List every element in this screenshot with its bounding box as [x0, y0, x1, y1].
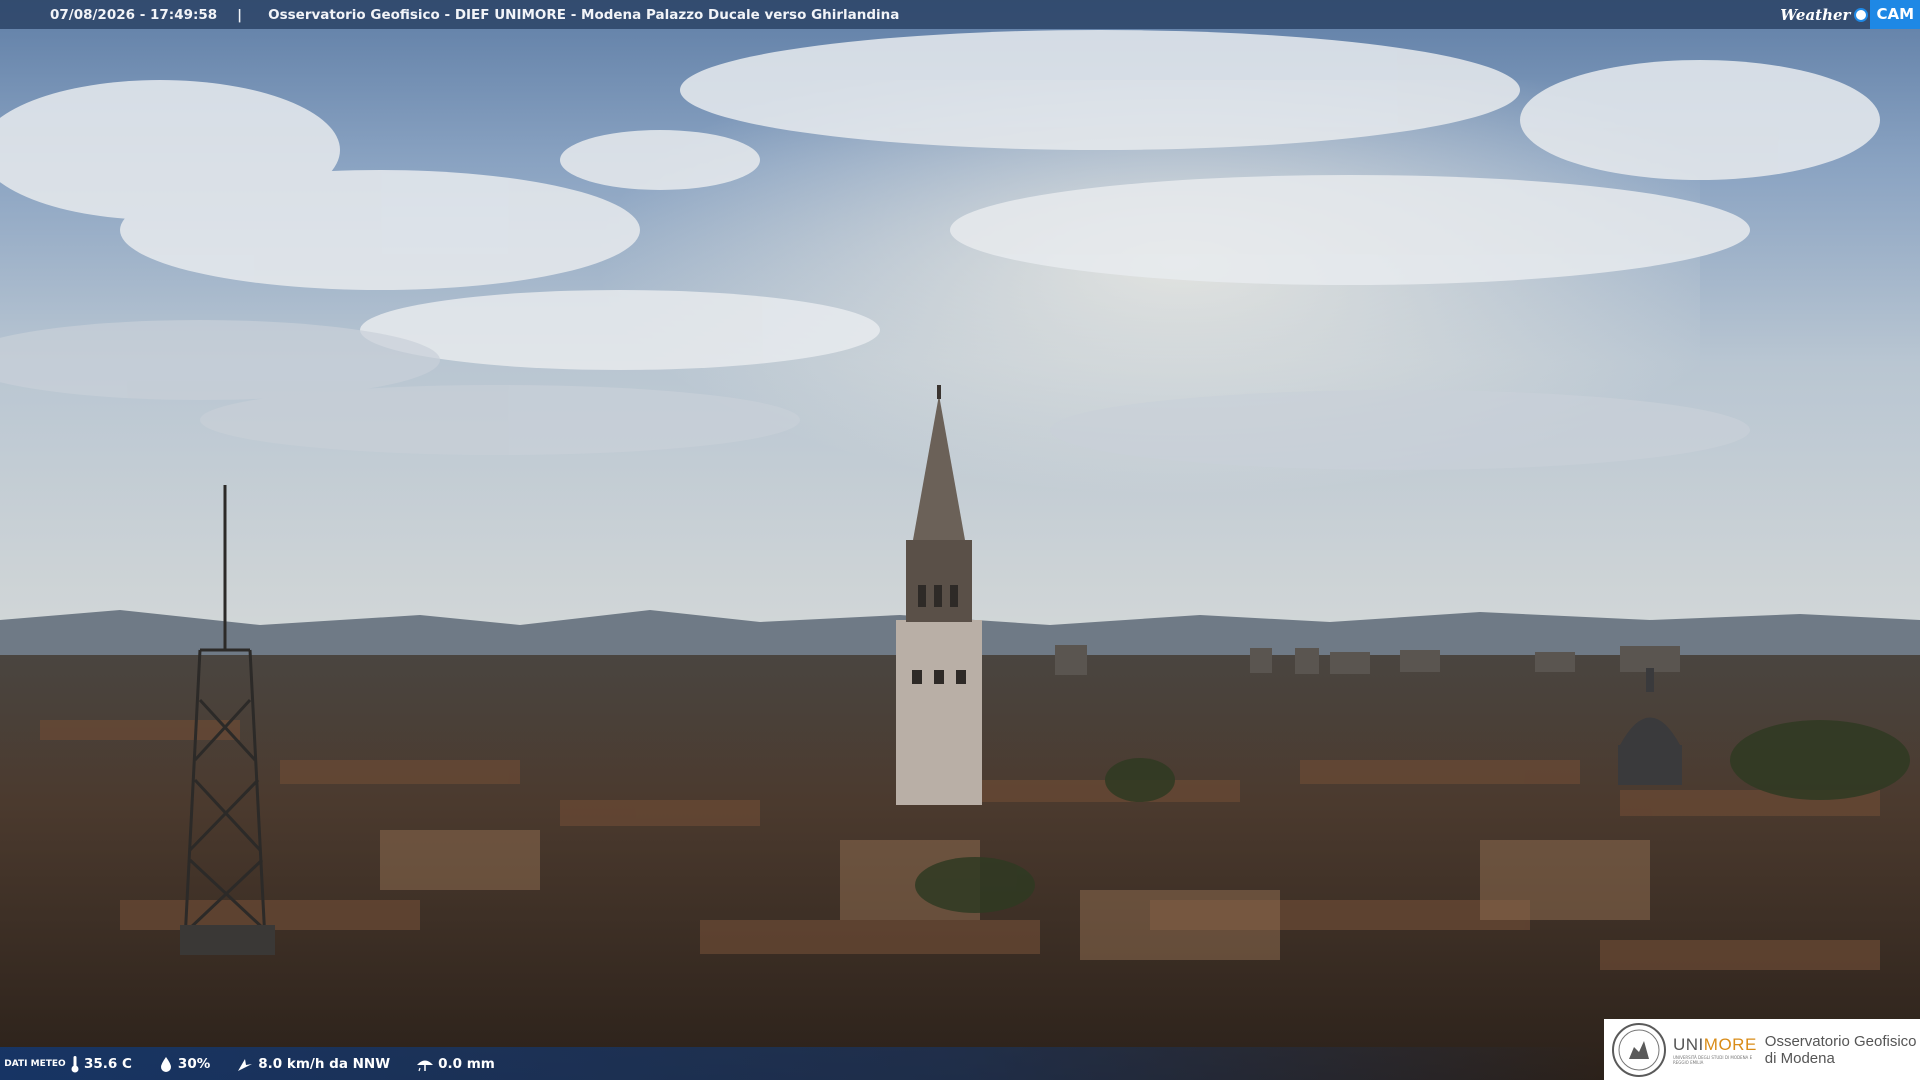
humidity-item: 30%	[158, 1056, 210, 1072]
brand-weather: Weather	[1780, 5, 1851, 24]
timestamp: 07/08/2026 - 17:49:58	[50, 6, 218, 23]
camera-location: Osservatorio Geofisico - DIEF UNIMORE - …	[268, 6, 900, 23]
separator: |	[237, 6, 243, 23]
temperature-value: 35.6 C	[84, 1055, 132, 1072]
humidity-drop-icon	[160, 1056, 171, 1072]
weather-data-bar: DATI METEO 35.6 C 30% 8.0 km/h da NNW 0.…	[0, 1047, 1600, 1080]
rain-icon	[417, 1060, 434, 1071]
wind-item: 8.0 km/h da NNW	[236, 1055, 390, 1073]
unimore-uni: UNI	[1673, 1034, 1704, 1054]
rain-item: 0.0 mm	[416, 1056, 495, 1072]
wind-value: 8.0 km/h da NNW	[258, 1055, 391, 1072]
wind-icon	[238, 1058, 253, 1071]
university-seal-icon	[1612, 1022, 1666, 1077]
temperature-item: 35.6 C	[70, 1055, 132, 1073]
dati-meteo-label: DATI METEO	[4, 1058, 66, 1069]
observatory-line-2: di Modena	[1764, 1049, 1835, 1067]
unimore-more: MORE	[1703, 1034, 1757, 1054]
top-info-bar: 07/08/2026 - 17:49:58 | Osservatorio Geo…	[0, 0, 1920, 29]
humidity-value: 30%	[177, 1055, 211, 1072]
thermometer-icon	[71, 1055, 79, 1072]
rain-value: 0.0 mm	[438, 1055, 495, 1072]
webcam-image	[0, 0, 1920, 1080]
city-skyline-photo	[0, 0, 1920, 1080]
weathercam-logo: Weather CAM	[1780, 0, 1920, 29]
unimore-logo-panel: UNIMORE UNIVERSITÀ DEGLI STUDI DI MODENA…	[1604, 1019, 1920, 1080]
observatory-name: Osservatorio Geofisico di Modena	[1765, 1033, 1917, 1067]
unimore-subtitle: UNIVERSITÀ DEGLI STUDI DI MODENA E REGGI…	[1673, 1054, 1753, 1065]
unimore-wordmark: UNIMORE UNIVERSITÀ DEGLI STUDI DI MODENA…	[1673, 1035, 1757, 1065]
brand-cam: CAM	[1870, 0, 1920, 29]
camera-dot-icon	[1854, 7, 1869, 22]
observatory-line-1: Osservatorio Geofisico	[1764, 1032, 1917, 1050]
